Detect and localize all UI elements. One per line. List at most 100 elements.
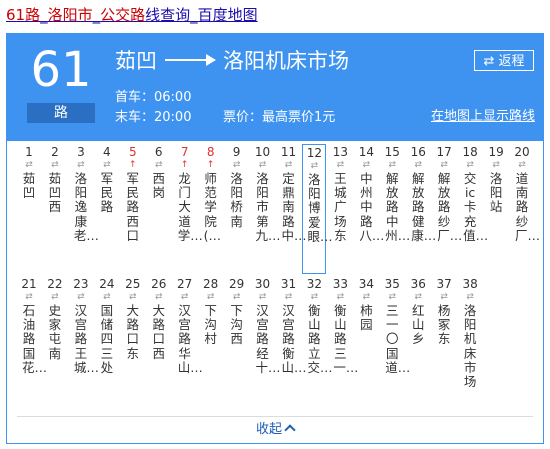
search-result-title-link[interactable]: 61路_洛阳市_公交路线查询_百度地图 bbox=[6, 4, 258, 25]
stop-number: 26 bbox=[151, 277, 167, 291]
stop-name: 中州中路八… bbox=[359, 171, 385, 243]
stop-name: 杨冢东 bbox=[437, 303, 451, 347]
stop-name: 解放路中州… bbox=[385, 171, 411, 243]
bus-stop[interactable]: 38 ⇄ 洛阳机床市场 bbox=[458, 276, 482, 389]
bus-stop[interactable]: 7 ↑ 龙门大道学… bbox=[173, 144, 203, 243]
bus-stop[interactable]: 23 ⇄ 汉宫路王城… bbox=[69, 276, 99, 375]
stop-number: 16 bbox=[410, 145, 426, 159]
bus-stop[interactable]: 10 ⇄ 洛阳市第九… bbox=[251, 144, 281, 243]
bus-stop[interactable]: 36 ⇄ 红山乡 bbox=[406, 276, 430, 347]
stop-name: 下沟西 bbox=[230, 303, 243, 347]
stop-number: 30 bbox=[254, 277, 271, 291]
stop-name: 汉宫路华山… bbox=[177, 303, 203, 375]
reverse-route-button[interactable]: ⇄ 返程 bbox=[474, 50, 534, 71]
bus-stop[interactable]: 8 ↑ 师范学院(… bbox=[199, 144, 223, 243]
title-part: _ bbox=[40, 6, 48, 24]
stop-name: 洛阳博爱眼… bbox=[307, 172, 333, 244]
route-from: 茹凹 bbox=[115, 49, 157, 73]
fare-info: 票价：最高票价1元 bbox=[223, 110, 336, 125]
stop-number: 32 bbox=[306, 277, 323, 291]
stop-number: 31 bbox=[280, 277, 297, 291]
chevron-up-icon bbox=[284, 424, 296, 436]
stop-name: 下沟村 bbox=[204, 303, 217, 347]
collapse-label: 收起 bbox=[255, 422, 282, 437]
bus-stop[interactable]: 13 ⇄ 王城广场东 bbox=[328, 144, 352, 243]
stop-name: 洛阳机床市场 bbox=[463, 303, 477, 390]
bus-stop[interactable]: 32 ⇄ 衡山路立交… bbox=[302, 276, 333, 375]
stop-name: 定鼎南路中… bbox=[281, 171, 307, 243]
bus-stop[interactable]: 37 ⇄ 杨冢东 bbox=[432, 276, 456, 347]
bus-stop[interactable]: 31 ⇄ 汉宫路衡山… bbox=[277, 276, 307, 375]
stop-number: 12 bbox=[306, 146, 323, 160]
stop-name: 洛阳站 bbox=[489, 171, 503, 215]
bus-stop[interactable]: 33 ⇄ 衡山路三一… bbox=[328, 276, 359, 375]
stop-number: 36 bbox=[410, 277, 426, 291]
bus-stop[interactable]: 12 ⇄ 洛阳博爱眼… bbox=[302, 144, 333, 274]
bus-stop[interactable]: 4 ⇄ 军民路 bbox=[95, 144, 119, 215]
stop-number: 17 bbox=[436, 145, 452, 159]
stop-number: 5 bbox=[128, 145, 137, 159]
bus-stop[interactable]: 6 ⇄ 西岗 bbox=[147, 144, 171, 200]
stop-number: 10 bbox=[254, 145, 271, 159]
swap-icon: ⇄ bbox=[483, 54, 495, 69]
stop-number: 37 bbox=[436, 277, 452, 291]
stop-number: 8 bbox=[206, 145, 215, 159]
stop-number: 1 bbox=[25, 145, 33, 159]
title-part: _ bbox=[92, 6, 101, 24]
bus-stop[interactable]: 18 ⇄ 交ic卡充值… bbox=[458, 144, 489, 243]
bus-stop[interactable]: 27 ⇄ 汉宫路华山… bbox=[173, 276, 203, 375]
stop-number: 11 bbox=[280, 145, 297, 159]
bus-stop[interactable]: 34 ⇄ 柿园 bbox=[354, 276, 378, 332]
bus-stop[interactable]: 25 ⇄ 大路口东 bbox=[121, 276, 145, 361]
collapse-button[interactable]: 收起 bbox=[7, 418, 543, 437]
stop-number: 4 bbox=[103, 145, 111, 159]
bus-stop[interactable]: 1 ⇄ 茹凹 bbox=[17, 144, 41, 200]
stop-name: 衡山路三一… bbox=[333, 303, 359, 375]
stop-number: 23 bbox=[73, 277, 89, 291]
stop-name: 大路口东 bbox=[126, 303, 140, 361]
bus-stop[interactable]: 35 ⇄ 三一〇国道… bbox=[380, 276, 411, 375]
bus-stop[interactable]: 30 ⇄ 汉宫路经十… bbox=[251, 276, 281, 375]
title-part: 百度地图 bbox=[197, 6, 258, 24]
bus-stop[interactable]: 20 ⇄ 道南路纱厂… bbox=[510, 144, 540, 243]
stop-number: 2 bbox=[51, 145, 59, 159]
stop-number: 15 bbox=[384, 145, 400, 159]
bus-stop[interactable]: 2 ⇄ 茹凹西 bbox=[43, 144, 67, 215]
bus-stop[interactable]: 29 ⇄ 下沟西 bbox=[225, 276, 249, 347]
bus-stop[interactable]: 11 ⇄ 定鼎南路中… bbox=[277, 144, 307, 243]
bus-stop[interactable]: 9 ⇄ 洛阳桥南 bbox=[225, 144, 249, 229]
bus-stop[interactable]: 17 ⇄ 解放路纱厂… bbox=[432, 144, 463, 243]
stop-number: 18 bbox=[462, 145, 478, 159]
stop-number: 29 bbox=[228, 277, 245, 291]
stop-name: 汉宫路经十… bbox=[255, 303, 281, 375]
bus-stop[interactable]: 19 ⇄ 洛阳站 bbox=[484, 144, 508, 215]
stop-number: 33 bbox=[332, 277, 349, 291]
route-number-box: 61 路 bbox=[22, 42, 100, 124]
stop-number: 3 bbox=[77, 145, 85, 159]
reverse-route-label: 返程 bbox=[498, 54, 525, 69]
show-on-map-link[interactable]: 在地图上显示路线 bbox=[431, 105, 535, 124]
bus-stop[interactable]: 16 ⇄ 解放路健康… bbox=[406, 144, 437, 243]
bus-stop[interactable]: 15 ⇄ 解放路中州… bbox=[380, 144, 411, 243]
stop-name: 解放路健康… bbox=[411, 171, 437, 243]
stop-name: 军民路西口 bbox=[126, 171, 140, 243]
bus-stop[interactable]: 14 ⇄ 中州中路八… bbox=[354, 144, 385, 243]
stop-name: 龙门大道学… bbox=[177, 171, 203, 243]
stop-name: 西岗 bbox=[152, 171, 165, 201]
stop-name: 史家屯南 bbox=[48, 303, 62, 361]
title-part: 洛阳市 bbox=[47, 6, 93, 24]
stop-name: 汉宫路衡山… bbox=[281, 303, 307, 375]
stop-name: 洛阳逸康老… bbox=[73, 171, 99, 243]
bus-stop[interactable]: 3 ⇄ 洛阳逸康老… bbox=[69, 144, 99, 243]
bus-stop[interactable]: 28 ⇄ 下沟村 bbox=[199, 276, 223, 347]
bus-stop[interactable]: 24 ⇄ 国储四三处 bbox=[95, 276, 119, 375]
bus-stop[interactable]: 26 ⇄ 大路口西 bbox=[147, 276, 171, 361]
stop-number: 7 bbox=[180, 145, 189, 159]
bus-stop[interactable]: 22 ⇄ 史家屯南 bbox=[43, 276, 67, 361]
bus-stop[interactable]: 5 ↑ 军民路西口 bbox=[121, 144, 145, 243]
stop-number: 9 bbox=[232, 145, 241, 159]
stop-number: 22 bbox=[47, 277, 63, 291]
stop-number: 6 bbox=[154, 145, 163, 159]
stop-number: 38 bbox=[462, 277, 478, 291]
bus-stop[interactable]: 21 ⇄ 石油路国花… bbox=[17, 276, 47, 375]
